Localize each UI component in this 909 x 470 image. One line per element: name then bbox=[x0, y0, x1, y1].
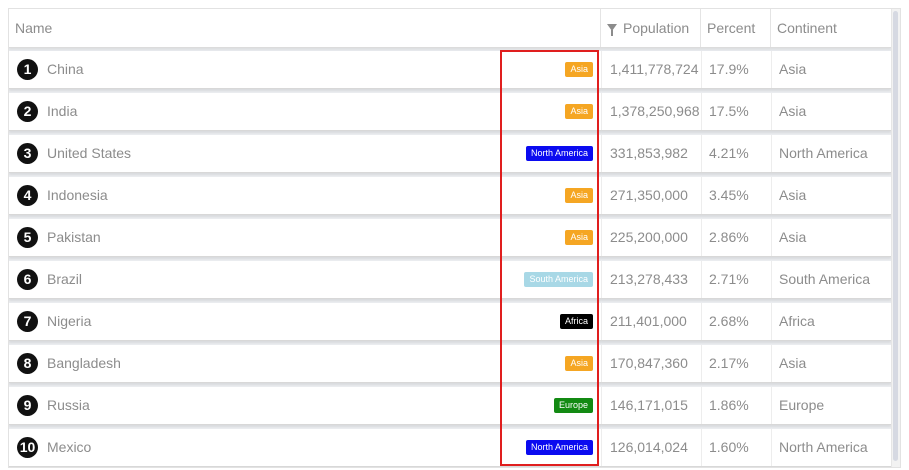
rank-badge: 1 bbox=[17, 59, 38, 80]
rank-badge: 9 bbox=[17, 395, 38, 416]
cell-percent: 3.45% bbox=[701, 177, 771, 214]
continent-tag-cell: Africa bbox=[501, 303, 593, 340]
continent-tag-cell: Asia bbox=[501, 219, 593, 256]
cell-name: Russia bbox=[47, 397, 90, 413]
table-row[interactable]: 4 Indonesia Asia 271,350,000 3.45% Asia bbox=[9, 177, 891, 215]
cell-population: 225,200,000 bbox=[601, 219, 701, 256]
cell-name: Nigeria bbox=[47, 313, 92, 329]
cell-population: 331,853,982 bbox=[601, 135, 701, 172]
continent-tag: Asia bbox=[565, 355, 593, 371]
cell-continent: South America bbox=[771, 261, 891, 298]
table-row[interactable]: 5 Pakistan Asia 225,200,000 2.86% Asia bbox=[9, 219, 891, 257]
continent-tag: North America bbox=[525, 439, 593, 455]
cell-percent: 2.68% bbox=[701, 303, 771, 340]
cell-population: 211,401,000 bbox=[601, 303, 701, 340]
cell-percent: 17.9% bbox=[701, 51, 771, 88]
cell-population: 1,411,778,724 bbox=[601, 51, 701, 88]
cell-continent: Asia bbox=[771, 177, 891, 214]
rank-badge: 6 bbox=[17, 269, 38, 290]
continent-tag: South America bbox=[524, 271, 593, 287]
table-row[interactable]: 8 Bangladesh Asia 170,847,360 2.17% Asia bbox=[9, 345, 891, 383]
population-table: Name Population Percent Continent 1 China… bbox=[8, 8, 901, 468]
cell-name: China bbox=[47, 61, 84, 77]
cell-percent: 2.71% bbox=[701, 261, 771, 298]
cell-percent: 2.17% bbox=[701, 345, 771, 382]
cell-continent: Asia bbox=[771, 93, 891, 130]
cell-continent: Europe bbox=[771, 387, 891, 424]
table-row[interactable]: 10 Mexico North America 126,014,024 1.60% Nor… bbox=[9, 429, 891, 467]
rank-badge: 2 bbox=[17, 101, 38, 122]
cell-name: Bangladesh bbox=[47, 355, 121, 371]
rank-badge: 4 bbox=[17, 185, 38, 206]
rank-badge: 10 bbox=[17, 437, 38, 458]
cell-continent: North America bbox=[771, 135, 891, 172]
cell-percent: 1.60% bbox=[701, 429, 771, 466]
continent-tag-cell: Asia bbox=[501, 93, 593, 130]
cell-percent: 17.5% bbox=[701, 93, 771, 130]
cell-name: Mexico bbox=[47, 439, 92, 455]
cell-percent: 4.21% bbox=[701, 135, 771, 172]
column-header-population[interactable]: Population bbox=[601, 9, 701, 47]
column-header-name-label: Name bbox=[15, 20, 53, 36]
continent-tag-cell: Asia bbox=[501, 177, 593, 214]
cell-population: 170,847,360 bbox=[601, 345, 701, 382]
continent-tag: Asia bbox=[565, 187, 593, 203]
cell-name: Pakistan bbox=[47, 229, 101, 245]
continent-tag-cell: South America bbox=[501, 261, 593, 298]
column-header-continent[interactable]: Continent bbox=[771, 9, 891, 47]
table-row[interactable]: 7 Nigeria Africa 211,401,000 2.68% Africa bbox=[9, 303, 891, 341]
scrollbar-thumb[interactable] bbox=[893, 11, 898, 461]
filter-icon[interactable] bbox=[607, 23, 617, 36]
cell-continent: North America bbox=[771, 429, 891, 466]
rank-badge: 5 bbox=[17, 227, 38, 248]
table-row[interactable]: 1 China Asia 1,411,778,724 17.9% Asia bbox=[9, 51, 891, 89]
cell-continent: Africa bbox=[771, 303, 891, 340]
cell-percent: 1.86% bbox=[701, 387, 771, 424]
rank-badge: 7 bbox=[17, 311, 38, 332]
cell-name: United States bbox=[47, 145, 132, 161]
column-header-percent[interactable]: Percent bbox=[701, 9, 771, 47]
column-header-population-label: Population bbox=[623, 20, 690, 36]
continent-tag-cell: Europe bbox=[501, 387, 593, 424]
column-header-name[interactable]: Name bbox=[9, 9, 601, 47]
table-row[interactable]: 6 Brazil South America 213,278,433 2.71% Sout… bbox=[9, 261, 891, 299]
cell-population: 146,171,015 bbox=[601, 387, 701, 424]
continent-tag: North America bbox=[525, 145, 593, 161]
table-header: Name Population Percent Continent bbox=[9, 9, 891, 48]
rank-badge: 8 bbox=[17, 353, 38, 374]
cell-name: India bbox=[47, 103, 78, 119]
continent-tag-cell: Asia bbox=[501, 345, 593, 382]
cell-population: 126,014,024 bbox=[601, 429, 701, 466]
cell-population: 213,278,433 bbox=[601, 261, 701, 298]
column-header-percent-label: Percent bbox=[707, 20, 756, 36]
column-header-continent-label: Continent bbox=[777, 20, 837, 36]
continent-tag: Africa bbox=[559, 313, 593, 329]
table-row[interactable]: 3 United States North America 331,853,982 4.… bbox=[9, 135, 891, 173]
table-row[interactable]: 9 Russia Europe 146,171,015 1.86% Europe bbox=[9, 387, 891, 425]
continent-tag: Asia bbox=[565, 61, 593, 77]
continent-tag-cell: Asia bbox=[501, 51, 593, 88]
continent-tag: Asia bbox=[565, 103, 593, 119]
cell-continent: Asia bbox=[771, 345, 891, 382]
continent-tag: Europe bbox=[553, 397, 593, 413]
cell-name: Indonesia bbox=[47, 187, 108, 203]
continent-tag-cell: North America bbox=[501, 429, 593, 466]
cell-name: Brazil bbox=[47, 271, 83, 287]
vertical-scrollbar[interactable] bbox=[891, 9, 900, 467]
rank-badge: 3 bbox=[17, 143, 38, 164]
cell-continent: Asia bbox=[771, 219, 891, 256]
continent-tag: Asia bbox=[565, 229, 593, 245]
table-row[interactable]: 2 India Asia 1,378,250,968 17.5% Asia bbox=[9, 93, 891, 131]
cell-continent: Asia bbox=[771, 51, 891, 88]
cell-percent: 2.86% bbox=[701, 219, 771, 256]
continent-tag-cell: North America bbox=[501, 135, 593, 172]
cell-population: 271,350,000 bbox=[601, 177, 701, 214]
cell-population: 1,378,250,968 bbox=[601, 93, 701, 130]
